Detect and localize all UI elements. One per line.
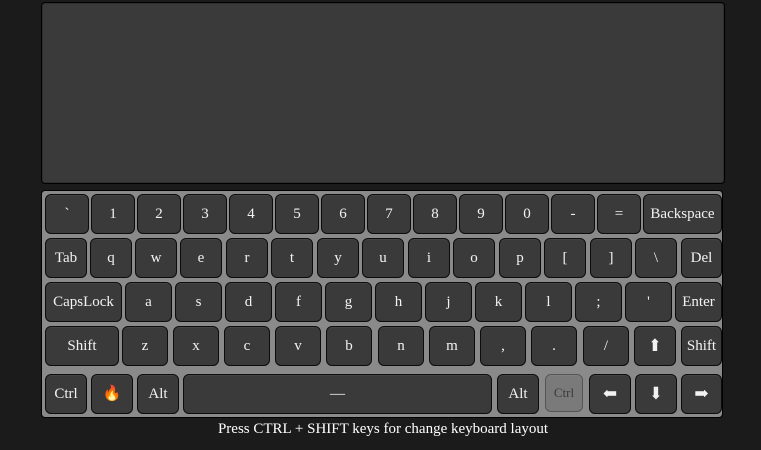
key-5[interactable]: 5 (275, 194, 319, 234)
key-c[interactable]: c (224, 326, 270, 366)
key-q[interactable]: q (90, 238, 132, 278)
key-y[interactable]: y (317, 238, 359, 278)
key-space[interactable]: — (183, 374, 492, 414)
key-comma[interactable]: , (480, 326, 526, 366)
key-backspace[interactable]: Backspace (643, 194, 722, 234)
key-6[interactable]: 6 (321, 194, 365, 234)
key-9[interactable]: 9 (459, 194, 503, 234)
key-n[interactable]: n (378, 326, 424, 366)
key-capslock[interactable]: CapsLock (45, 282, 122, 322)
key-right-bracket[interactable]: ] (590, 238, 632, 278)
key-7[interactable]: 7 (367, 194, 411, 234)
key-alt-left[interactable]: Alt (137, 374, 179, 414)
key-d[interactable]: d (225, 282, 272, 322)
arrow-up-icon: ⬆ (647, 336, 663, 355)
key-slash[interactable]: / (583, 326, 629, 366)
key-left-bracket[interactable]: [ (544, 238, 586, 278)
key-2[interactable]: 2 (137, 194, 181, 234)
key-r[interactable]: r (226, 238, 268, 278)
key-ctrl-left[interactable]: Ctrl (45, 374, 87, 414)
arrow-left-icon: ⬅ (602, 384, 618, 403)
key-ctrl-right[interactable]: Ctrl (545, 374, 583, 412)
arrow-right-icon: ➡ (694, 384, 709, 403)
key-0[interactable]: 0 (505, 194, 549, 234)
key-quote[interactable]: ' (625, 282, 672, 322)
key-arrow-down[interactable]: ⬇ (635, 374, 677, 414)
key-h[interactable]: h (375, 282, 422, 322)
key-alt-right[interactable]: Alt (497, 374, 539, 414)
key-del[interactable]: Del (681, 238, 722, 278)
key-enter[interactable]: Enter (675, 282, 722, 322)
key-f[interactable]: f (275, 282, 322, 322)
key-period[interactable]: . (531, 326, 577, 366)
key-p[interactable]: p (499, 238, 541, 278)
virtual-keyboard: ` 1 2 3 4 5 6 7 8 9 0 - = Backspace Tab … (41, 190, 723, 418)
key-8[interactable]: 8 (413, 194, 457, 234)
text-output-area[interactable] (41, 2, 725, 184)
key-semicolon[interactable]: ; (575, 282, 622, 322)
key-e[interactable]: e (180, 238, 222, 278)
key-u[interactable]: u (362, 238, 404, 278)
key-4[interactable]: 4 (229, 194, 273, 234)
key-minus[interactable]: - (551, 194, 595, 234)
key-arrow-right[interactable]: ➡ (681, 374, 722, 414)
key-arrow-left[interactable]: ⬅ (589, 374, 631, 414)
key-3[interactable]: 3 (183, 194, 227, 234)
key-z[interactable]: z (122, 326, 168, 366)
key-shift-left[interactable]: Shift (45, 326, 119, 366)
key-w[interactable]: w (135, 238, 177, 278)
key-m[interactable]: m (429, 326, 475, 366)
key-a[interactable]: a (125, 282, 172, 322)
key-j[interactable]: j (425, 282, 472, 322)
arrow-down-icon: ⬇ (648, 384, 664, 403)
key-v[interactable]: v (275, 326, 321, 366)
key-equals[interactable]: = (597, 194, 641, 234)
fire-icon: 🔥 (102, 385, 122, 402)
key-b[interactable]: b (326, 326, 372, 366)
key-i[interactable]: i (408, 238, 450, 278)
key-o[interactable]: o (453, 238, 495, 278)
key-emoji[interactable]: 🔥 (91, 374, 133, 414)
key-shift-right[interactable]: Shift (681, 326, 722, 366)
key-backslash[interactable]: \ (635, 238, 677, 278)
layout-hint: Press CTRL + SHIFT keys for change keybo… (217, 421, 549, 437)
key-k[interactable]: k (475, 282, 522, 322)
key-backtick[interactable]: ` (45, 194, 89, 234)
key-x[interactable]: x (173, 326, 219, 366)
key-1[interactable]: 1 (91, 194, 135, 234)
key-s[interactable]: s (175, 282, 222, 322)
key-l[interactable]: l (525, 282, 572, 322)
key-g[interactable]: g (325, 282, 372, 322)
key-tab[interactable]: Tab (45, 238, 87, 278)
key-t[interactable]: t (271, 238, 313, 278)
key-arrow-up[interactable]: ⬆ (634, 326, 676, 366)
